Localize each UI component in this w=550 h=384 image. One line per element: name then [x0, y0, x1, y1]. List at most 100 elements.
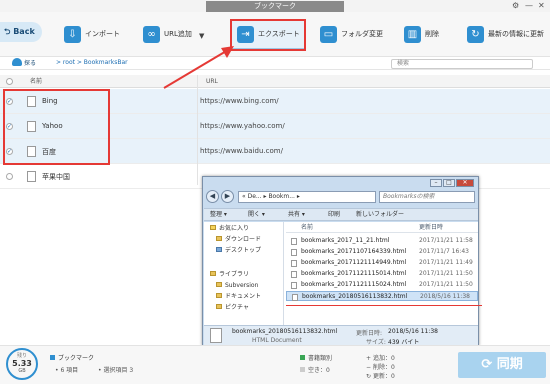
dialog-command-bar: 整理 ▾ 開く ▾ 共有 ▾ 印刷 新しいフォルダー: [204, 208, 478, 221]
print-button[interactable]: 印刷: [328, 209, 340, 221]
close-icon[interactable]: ✕: [538, 1, 545, 11]
minimize-icon[interactable]: —: [525, 1, 533, 11]
dialog-details-pane: bookmarks_20180516113832.html 更新日時: 2018…: [204, 325, 478, 346]
star-icon: [210, 225, 216, 230]
refresh-button[interactable]: ↻ 最新の情報に更新: [467, 21, 544, 47]
folder-change-label: フォルダ変更: [341, 30, 383, 38]
nav-label: お気に入り: [219, 225, 250, 232]
file-name: bookmarks_2017_11_21.html: [301, 237, 390, 244]
nav-item-pictures[interactable]: ピクチャ: [216, 303, 249, 312]
link-icon: ∞: [143, 25, 160, 43]
row-url: https://www.yahoo.com/: [200, 122, 285, 130]
path-bar: 探る > root > BookmarksBar 検索: [0, 57, 550, 70]
settings-icon[interactable]: ⚙: [512, 1, 519, 11]
nav-label: ダウンロード: [225, 236, 262, 243]
nav-label: デスクトップ: [225, 247, 262, 254]
file-date-header[interactable]: 更新日時: [419, 222, 443, 233]
organize-button[interactable]: 整理 ▾: [210, 209, 227, 221]
storage-unit: GB: [18, 368, 26, 374]
nav-label: ピクチャ: [225, 304, 249, 311]
html-file-icon: [291, 238, 297, 245]
select-all-checkbox[interactable]: [6, 78, 13, 85]
file-date: 2017/11/21 11:49: [419, 259, 473, 266]
new-folder-button[interactable]: 新しいフォルダー: [356, 209, 404, 221]
add-count-label: 追加：0: [372, 355, 395, 362]
dialog-maximize-icon[interactable]: □: [443, 179, 455, 187]
file-row[interactable]: bookmarks_20171121115014.html 2017/11/21 …: [286, 269, 478, 279]
file-name: bookmarks_20171121115014.html: [301, 270, 407, 277]
file-row[interactable]: bookmarks_20171121115024.html 2017/11/21 …: [286, 280, 478, 290]
delete-count-label: 削除：0: [372, 364, 395, 371]
address-bar[interactable]: « De... ▸ Bookm... ▸: [238, 191, 376, 203]
row-checkbox[interactable]: [6, 173, 13, 180]
html-file-icon: [210, 328, 222, 343]
file-date: 2018/5/16 11:38: [420, 293, 470, 300]
file-row[interactable]: bookmarks_20171121114949.html 2017/11/21 …: [286, 258, 478, 268]
search-input[interactable]: 検索: [391, 59, 533, 69]
folder-change-button[interactable]: ▭ フォルダ変更: [320, 21, 383, 47]
add-url-dropdown-icon[interactable]: ▼: [199, 32, 204, 40]
share-menu-button[interactable]: 共有 ▾: [288, 209, 305, 221]
storage-label: 残り: [16, 353, 27, 359]
refresh-label: 最新の情報に更新: [488, 30, 544, 38]
details-filename: bookmarks_20180516113832.html: [232, 328, 338, 335]
file-row[interactable]: bookmarks_2017_11_21.html 2017/11/21 11:5…: [286, 236, 478, 246]
nav-item-subversion[interactable]: Subversion: [216, 281, 258, 290]
nav-item-downloads[interactable]: ダウンロード: [216, 235, 261, 244]
dialog-close-icon[interactable]: ✕: [456, 179, 474, 187]
item-count: • 6 項目: [55, 367, 79, 374]
breadcrumb[interactable]: > root > BookmarksBar: [56, 58, 128, 68]
dialog-window-controls: – □ ✕: [430, 179, 474, 187]
details-type: HTML Document: [252, 337, 302, 344]
nav-label: ライブラリ: [219, 271, 250, 278]
title-bar: ブックマーク ⚙ — ✕: [0, 0, 550, 12]
file-row-selected[interactable]: bookmarks_20180516113832.html 2018/5/16 1…: [286, 291, 478, 301]
sync-button[interactable]: ⟳ 同期: [458, 352, 546, 378]
details-modified: 2018/5/16 11:38: [388, 328, 438, 335]
delete-button[interactable]: ▥ 削除: [404, 21, 439, 47]
library-icon: [210, 271, 216, 276]
open-button[interactable]: 開く ▾: [248, 209, 265, 221]
picture-icon: [216, 304, 222, 309]
navigation-pane: お気に入り ダウンロード デスクトップ ライブラリ Subversion ドキュ…: [204, 222, 284, 325]
import-button[interactable]: ⇩ インポート: [64, 21, 120, 47]
arrow-annotation: [163, 46, 234, 89]
html-file-icon: [292, 294, 298, 301]
row-url: https://www.bing.com/: [200, 97, 279, 105]
folder-icon: [216, 282, 222, 287]
row-url: https://www.baidu.com/: [200, 147, 283, 155]
import-icon: ⇩: [64, 25, 81, 43]
folder-icon: [216, 236, 222, 241]
file-date: 2017/11/21 11:50: [419, 281, 473, 288]
file-list-header: 名前 更新日時: [286, 222, 478, 233]
file-date: 2017/11/7 16:43: [419, 248, 469, 255]
dialog-nav-bar: ◀ ▶ « De... ▸ Bookm... ▸ Bookmarksの検索: [206, 190, 475, 204]
nav-item-libraries[interactable]: ライブラリ: [210, 270, 249, 279]
file-name-header[interactable]: 名前: [301, 222, 313, 233]
dialog-minimize-icon[interactable]: –: [430, 179, 442, 187]
forward-arrow-icon[interactable]: ▶: [221, 190, 234, 203]
back-button[interactable]: ⮌ Back: [0, 22, 42, 42]
table-header: 名前 URL: [0, 75, 550, 88]
file-row[interactable]: bookmarks_20171107164339.html 2017/11/7 1…: [286, 247, 478, 257]
dialog-body: お気に入り ダウンロード デスクトップ ライブラリ Subversion ドキュ…: [204, 222, 478, 325]
delete-label: 削除: [425, 30, 439, 38]
storage-value: 5.33: [12, 359, 32, 368]
file-explorer-dialog: – □ ✕ ◀ ▶ « De... ▸ Bookm... ▸ Bookmarks…: [202, 176, 479, 346]
nav-item-favorites[interactable]: お気に入り: [210, 224, 249, 233]
legend-free-label: 空き：0: [308, 367, 330, 374]
refresh-icon: ↻: [467, 25, 484, 43]
file-date: 2017/11/21 11:58: [419, 237, 473, 244]
nav-item-desktop[interactable]: デスクトップ: [216, 246, 261, 255]
update-count-label: 更新：0: [372, 373, 395, 380]
dialog-search-input[interactable]: Bookmarksの検索: [379, 191, 475, 203]
back-arrow-icon[interactable]: ◀: [206, 190, 219, 203]
name-column-header[interactable]: 名前: [30, 75, 42, 88]
nav-item-documents[interactable]: ドキュメント: [216, 292, 261, 301]
details-modified-label: 更新日時:: [356, 330, 383, 337]
back-arrow-icon: ⮌: [4, 27, 14, 36]
window-title: ブックマーク: [206, 1, 344, 12]
export-highlight-box: [230, 19, 306, 51]
category-indicator: ブックマーク: [50, 353, 94, 362]
share-button[interactable]: 探る: [12, 58, 36, 68]
